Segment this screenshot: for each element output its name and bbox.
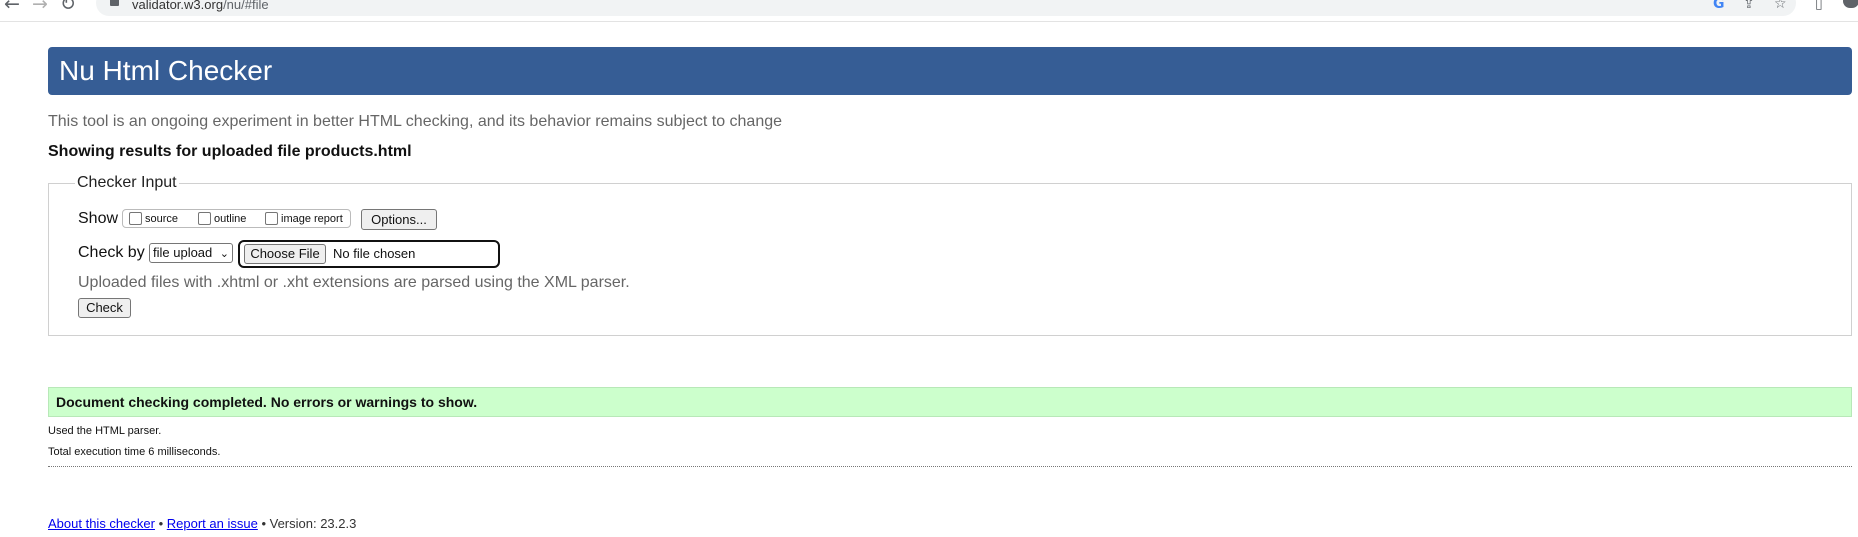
star-icon[interactable]: ☆ bbox=[1774, 0, 1787, 12]
report-issue-link[interactable]: Report an issue bbox=[167, 516, 258, 531]
parser-info: Used the HTML parser. bbox=[48, 425, 162, 437]
checker-input-fieldset: Checker Input Show source outline image … bbox=[48, 173, 1852, 336]
url-text: validator.w3.org/nu/#file bbox=[132, 0, 269, 12]
subtitle-text: This tool is an ongoing experiment in be… bbox=[48, 113, 783, 130]
execution-time: Total execution time 6 milliseconds. bbox=[48, 446, 221, 458]
page-title: Nu Html Checker bbox=[59, 55, 273, 86]
show-options-group: source outline image report bbox=[122, 209, 351, 228]
page-header: Nu Html Checker bbox=[48, 47, 1852, 95]
footer-separator: • bbox=[158, 516, 164, 531]
dotted-divider bbox=[48, 466, 1852, 467]
xml-parser-hint: Uploaded files with .xhtml or .xht exten… bbox=[78, 274, 630, 291]
success-message: Document checking completed. No errors o… bbox=[56, 394, 478, 410]
file-input[interactable]: Choose File No file chosen bbox=[238, 240, 500, 268]
show-label: Show bbox=[78, 210, 119, 227]
choose-file-button[interactable]: Choose File bbox=[244, 244, 326, 264]
profile-avatar[interactable] bbox=[1843, 0, 1858, 8]
footer: About this checker • Report an issue • V… bbox=[48, 516, 356, 532]
image-report-checkbox-label[interactable]: image report bbox=[281, 213, 343, 226]
version-text: • Version: 23.2.3 bbox=[261, 516, 357, 531]
outline-checkbox[interactable] bbox=[198, 212, 211, 225]
about-link[interactable]: About this checker bbox=[48, 516, 155, 531]
back-arrow-icon[interactable]: ← bbox=[4, 0, 20, 14]
fieldset-legend: Checker Input bbox=[75, 173, 179, 193]
options-button[interactable]: Options... bbox=[361, 209, 437, 230]
check-by-value: file upload bbox=[153, 245, 213, 260]
sidebar-icon[interactable]: ▯ bbox=[1815, 0, 1823, 12]
lock-icon bbox=[110, 0, 119, 6]
success-message-box: Document checking completed. No errors o… bbox=[48, 387, 1852, 417]
google-icon[interactable]: G bbox=[1713, 0, 1725, 12]
source-checkbox-label[interactable]: source bbox=[145, 213, 178, 226]
source-checkbox[interactable] bbox=[129, 212, 142, 225]
no-file-text: No file chosen bbox=[333, 246, 416, 261]
browser-toolbar: ← → ↻ validator.w3.org/nu/#file G ⇪ ☆ ▯ bbox=[0, 0, 1858, 22]
check-by-label: Check by bbox=[78, 244, 145, 261]
forward-arrow-icon[interactable]: → bbox=[32, 0, 48, 14]
check-button[interactable]: Check bbox=[78, 298, 131, 318]
check-by-select[interactable]: file upload ⌄ bbox=[149, 243, 233, 263]
outline-checkbox-label[interactable]: outline bbox=[214, 213, 246, 226]
results-heading: Showing results for uploaded file produc… bbox=[48, 143, 412, 160]
reload-icon[interactable]: ↻ bbox=[60, 0, 76, 14]
chevron-down-icon: ⌄ bbox=[219, 247, 229, 260]
address-bar[interactable]: validator.w3.org/nu/#file bbox=[96, 0, 1796, 16]
share-icon[interactable]: ⇪ bbox=[1743, 0, 1755, 12]
image-report-checkbox[interactable] bbox=[265, 212, 278, 225]
